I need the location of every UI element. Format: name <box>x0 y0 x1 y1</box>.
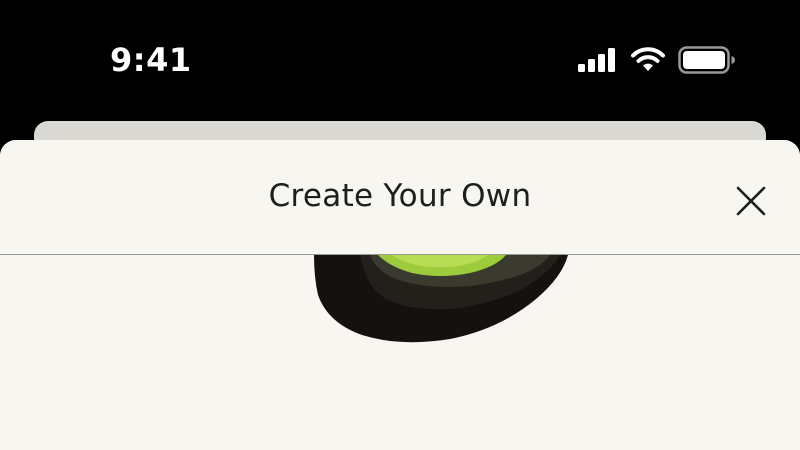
status-bar: 9:41 <box>0 0 800 120</box>
create-your-own-sheet: Create Your Own <box>0 140 800 450</box>
status-icons <box>578 44 736 76</box>
cellular-signal-icon <box>578 48 618 72</box>
phone-screen: 9:41 Create Your Own <box>0 0 800 450</box>
status-time: 9:41 <box>110 41 192 79</box>
battery-icon <box>678 46 736 74</box>
close-button[interactable] <box>730 180 772 222</box>
sheet-content <box>0 255 800 450</box>
avocado-image <box>314 255 568 343</box>
sheet-title: Create Your Own <box>268 178 532 214</box>
wifi-icon <box>630 47 666 73</box>
close-icon <box>736 186 766 216</box>
sheet-header: Create Your Own <box>0 140 800 255</box>
